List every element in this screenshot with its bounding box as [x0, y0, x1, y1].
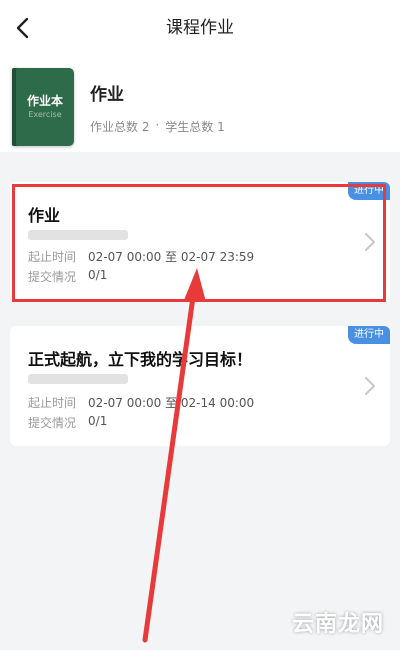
time-value: 02-07 00:00 至 02-07 23:59: [88, 250, 255, 264]
watermark: 云南龙网: [291, 612, 384, 637]
cover-subtitle: Exercise: [28, 110, 62, 119]
submit-value: 0/1: [88, 268, 108, 282]
assignment-card[interactable]: 进行中 正式起航，立下我的学习目标！ 起止时间 02-07 00:00 至 02…: [10, 326, 390, 446]
homework-count: 作业总数 2: [90, 120, 150, 134]
submit-row: 提交情况 0/1: [28, 414, 107, 431]
page-title: 课程作业: [166, 18, 234, 38]
stats-separator: ·: [155, 118, 160, 132]
submit-value: 0/1: [88, 414, 108, 428]
course-cover: 作业本 Exercise: [12, 68, 74, 146]
status-badge: 进行中: [348, 326, 390, 344]
assignment-card[interactable]: 进行中 作业 起止时间 02-07 00:00 至 02-07 23:59 提交…: [10, 182, 390, 302]
chevron-right-icon: [365, 233, 375, 251]
student-count: 学生总数 1: [165, 120, 225, 134]
chevron-right-icon: [365, 377, 375, 395]
submit-label: 提交情况: [28, 270, 77, 284]
top-bar: 课程作业: [0, 0, 400, 56]
assignment-title: 作业: [28, 206, 61, 225]
submit-row: 提交情况 0/1: [28, 268, 107, 285]
course-name: 作业: [90, 85, 124, 105]
course-header: 作业本 Exercise 作业 作业总数 2 · 学生总数 1: [0, 56, 400, 152]
time-row: 起止时间 02-07 00:00 至 02-07 23:59: [28, 248, 254, 265]
course-stats: 作业总数 2 · 学生总数 1: [90, 118, 225, 135]
submit-label: 提交情况: [28, 416, 77, 430]
blurred-text: [28, 374, 128, 384]
time-value: 02-07 00:00 至 02-14 00:00: [88, 396, 255, 410]
time-label: 起止时间: [28, 250, 77, 264]
time-row: 起止时间 02-07 00:00 至 02-14 00:00: [28, 394, 254, 411]
status-badge: 进行中: [348, 182, 390, 200]
cover-title: 作业本: [26, 94, 63, 108]
time-label: 起止时间: [28, 396, 77, 410]
assignment-title: 正式起航，立下我的学习目标！: [28, 350, 253, 369]
blurred-text: [28, 230, 128, 240]
